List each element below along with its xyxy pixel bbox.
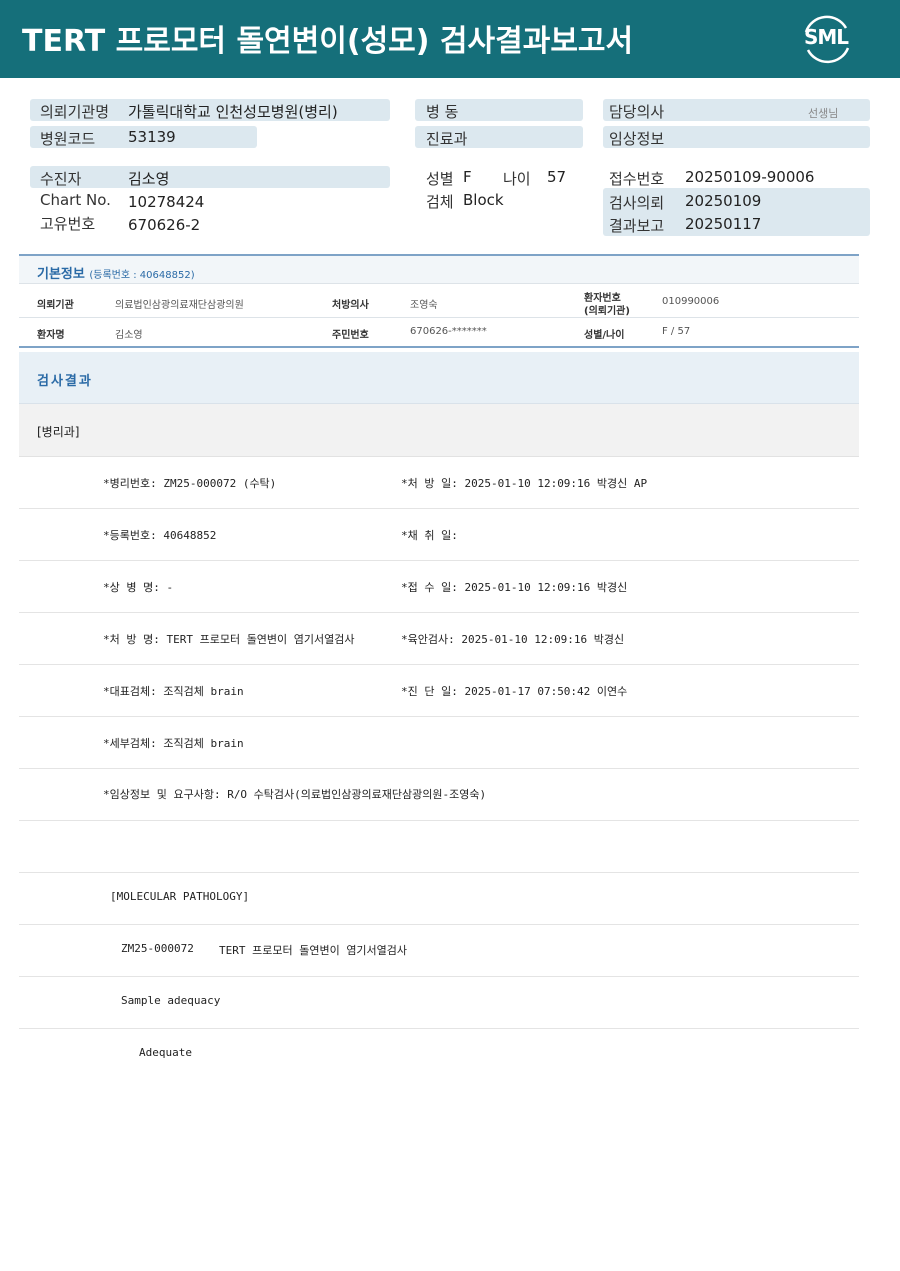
report-header: TERT 프로모터 돌연변이(성모) 검사결과보고서 SML bbox=[0, 0, 900, 78]
registration-number: (등록번호 : 40648852) bbox=[89, 270, 195, 281]
rrn-value: 670626-******* bbox=[410, 326, 487, 337]
result-row-left: *대표검체: 조직검체 brain bbox=[103, 685, 244, 698]
prescriber-value: 조영숙 bbox=[410, 300, 438, 311]
basic-info-header: 기본정보 (등록번호 : 40648852) bbox=[19, 254, 859, 284]
logo-text: SML bbox=[803, 25, 849, 49]
unique-label: 고유번호 bbox=[40, 215, 96, 233]
inst-value: 의료법인삼광의료재단삼광의원 bbox=[115, 300, 244, 311]
result-row-right: *처 방 일: 2025-01-10 12:09:16 박경신 AP bbox=[401, 477, 648, 490]
rrn-key: 주민번호 bbox=[332, 330, 369, 341]
result-row-right: *채 취 일: bbox=[401, 529, 458, 542]
sexage-key: 성별/나이 bbox=[584, 330, 625, 341]
institution-value: 가톨릭대학교 인천성모병원(병리) bbox=[128, 103, 338, 121]
patient-label: 수진자 bbox=[40, 170, 82, 188]
result-row-left: *처 방 명: TERT 프로모터 돌연변이 염기서열검사 bbox=[103, 633, 355, 646]
result-row: *세부검체: 조직검체 brain bbox=[19, 717, 859, 769]
result-row-left: *임상정보 및 요구사항: R/O 수탁검사(의료법인삼광의료재단삼광의원-조영… bbox=[103, 788, 487, 801]
name-value: 김소영 bbox=[115, 330, 143, 341]
result-row: *처 방 명: TERT 프로모터 돌연변이 염기서열검사 *육안검사: 202… bbox=[19, 613, 859, 665]
receipt-label: 접수번호 bbox=[609, 170, 665, 188]
patient-value: 김소영 bbox=[128, 170, 170, 188]
inst-key: 의뢰기관 bbox=[37, 300, 74, 311]
report-value: 20250117 bbox=[685, 215, 762, 233]
result-row-right: *접 수 일: 2025-01-10 12:09:16 박경신 bbox=[401, 581, 628, 594]
adequacy-value-row: Adequate bbox=[19, 1029, 859, 1081]
basic-info-title: 기본정보 (등록번호 : 40648852) bbox=[37, 263, 195, 282]
ward-label: 병 동 bbox=[426, 103, 459, 121]
adequacy-row: Sample adequacy bbox=[19, 977, 859, 1029]
department-text: [병리과] bbox=[37, 425, 80, 439]
sexage-value: F / 57 bbox=[662, 326, 691, 337]
result-row-right: *육안검사: 2025-01-10 12:09:16 박경신 bbox=[401, 633, 625, 646]
patno-key-2: (의뢰기관) bbox=[584, 306, 630, 317]
age-value: 57 bbox=[547, 168, 567, 186]
patient-box bbox=[30, 166, 390, 188]
specimen-value: Block bbox=[463, 191, 504, 209]
result-row: *등록번호: 40648852 *채 취 일: bbox=[19, 509, 859, 561]
test-name: TERT 프로모터 돌연변이 염기서열검사 bbox=[219, 944, 408, 957]
chart-label: Chart No. bbox=[40, 191, 111, 209]
results-title: 검사결과 bbox=[37, 374, 93, 389]
unique-value: 670626-2 bbox=[128, 216, 201, 234]
result-row-left: *상 병 명: - bbox=[103, 581, 174, 594]
molecular-section-row: [MOLECULAR PATHOLOGY] bbox=[19, 873, 859, 925]
patno-value: 010990006 bbox=[662, 296, 720, 307]
result-row: *임상정보 및 요구사항: R/O 수탁검사(의료법인삼광의료재단삼광의원-조영… bbox=[19, 769, 859, 821]
basic-info-section: 기본정보 (등록번호 : 40648852) 의뢰기관 의료법인삼광의료재단삼광… bbox=[19, 254, 859, 348]
adequacy-label: Sample adequacy bbox=[121, 994, 221, 1007]
request-label: 검사의뢰 bbox=[609, 194, 665, 212]
chart-value: 10278424 bbox=[128, 193, 205, 211]
result-row-left: *세부검체: 조직검체 brain bbox=[103, 737, 244, 750]
specimen-label: 검체 bbox=[426, 193, 454, 211]
request-value: 20250109 bbox=[685, 192, 762, 210]
prescriber-key: 처방의사 bbox=[332, 300, 369, 311]
result-row: *상 병 명: - *접 수 일: 2025-01-10 12:09:16 박경… bbox=[19, 561, 859, 613]
result-row: *병리번호: ZM25-000072 (수탁) *처 방 일: 2025-01-… bbox=[19, 457, 859, 509]
test-row: ZM25-000072 TERT 프로모터 돌연변이 염기서열검사 bbox=[19, 925, 859, 977]
result-row: *대표검체: 조직검체 brain *진 단 일: 2025-01-17 07:… bbox=[19, 665, 859, 717]
basic-info-title-text: 기본정보 bbox=[37, 267, 85, 282]
name-key: 환자명 bbox=[37, 330, 65, 341]
department-label: 진료과 bbox=[426, 130, 468, 148]
adequacy-value: Adequate bbox=[139, 1046, 192, 1059]
blank-row bbox=[19, 821, 859, 873]
molecular-section-title: [MOLECULAR PATHOLOGY] bbox=[110, 890, 250, 903]
report-title: TERT 프로모터 돌연변이(성모) 검사결과보고서 bbox=[22, 24, 634, 59]
clinical-label: 임상정보 bbox=[609, 130, 665, 148]
result-row-left: *병리번호: ZM25-000072 (수탁) bbox=[103, 477, 277, 490]
institution-label: 의뢰기관명 bbox=[40, 103, 110, 121]
age-label: 나이 bbox=[503, 170, 531, 188]
basic-info-row-2: 환자명 김소영 주민번호 670626-******* 성별/나이 F / 57 bbox=[19, 318, 859, 348]
doctor-suffix: 선생님 bbox=[808, 107, 839, 120]
sex-label: 성별 bbox=[426, 170, 454, 188]
result-row-left: *등록번호: 40648852 bbox=[103, 529, 217, 542]
test-code: ZM25-000072 bbox=[121, 942, 194, 955]
doctor-label: 담당의사 bbox=[609, 103, 665, 121]
report-label: 결과보고 bbox=[609, 217, 665, 235]
sex-value: F bbox=[463, 168, 472, 186]
basic-info-row-1: 의뢰기관 의료법인삼광의료재단삼광의원 처방의사 조영숙 환자번호 (의뢰기관)… bbox=[19, 284, 859, 318]
sml-logo: SML bbox=[798, 12, 854, 66]
result-row-right: *진 단 일: 2025-01-17 07:50:42 이연수 bbox=[401, 685, 628, 698]
results-header: 검사결과 bbox=[19, 352, 859, 404]
receipt-value: 20250109-90006 bbox=[685, 168, 815, 186]
hospital-code-label: 병원코드 bbox=[40, 130, 96, 148]
department-row: [병리과] bbox=[19, 404, 859, 457]
hospital-code-value: 53139 bbox=[128, 128, 176, 146]
